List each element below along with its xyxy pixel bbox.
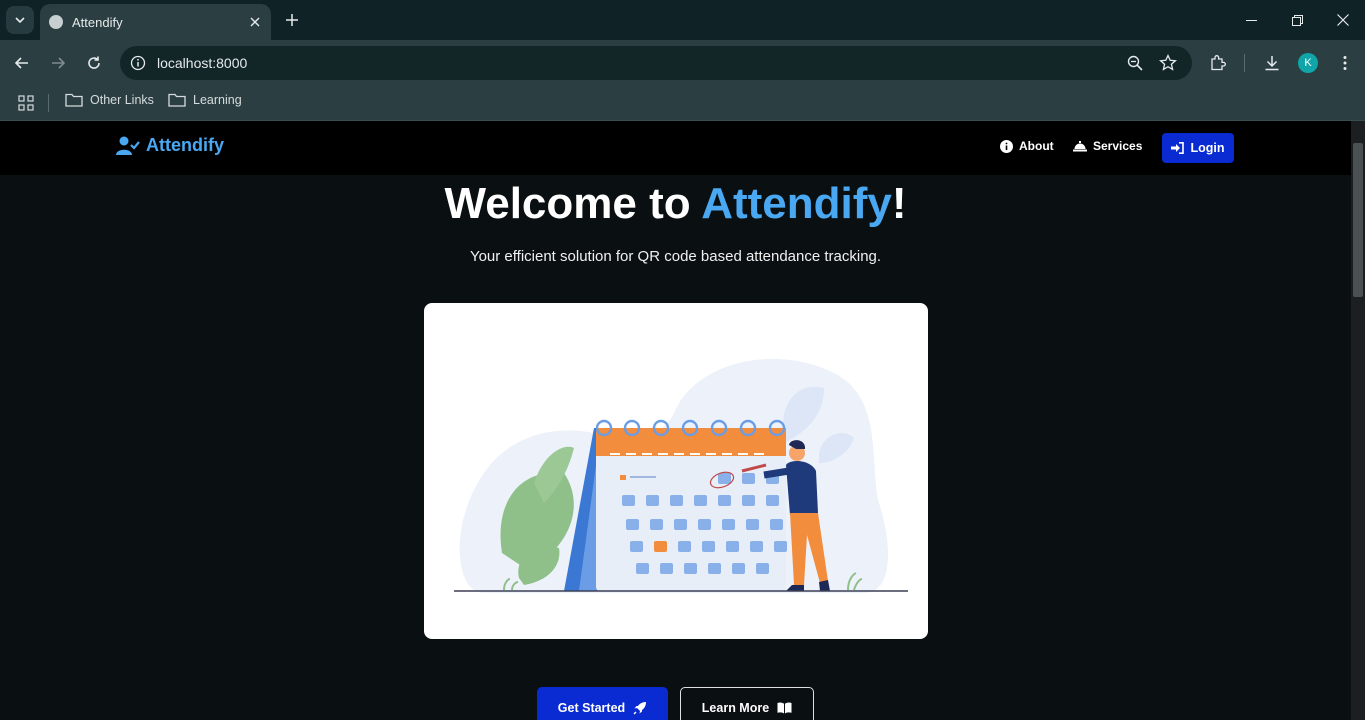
get-started-button[interactable]: Get Started bbox=[537, 687, 668, 720]
user-check-icon bbox=[116, 136, 140, 155]
folder-icon bbox=[65, 93, 83, 107]
bookmarks-divider bbox=[48, 94, 49, 112]
info-icon bbox=[1000, 139, 1013, 153]
hero-title-prefix: Welcome to bbox=[444, 179, 702, 228]
page-viewport: Attendify About Services Login Welcome t… bbox=[0, 121, 1351, 720]
star-icon[interactable] bbox=[1159, 54, 1177, 72]
site-navbar: Attendify About Services Login bbox=[0, 121, 1351, 175]
close-window-button[interactable] bbox=[1320, 0, 1365, 40]
hero-subtitle: Your efficient solution for QR code base… bbox=[469, 248, 882, 265]
arrow-right-icon bbox=[52, 57, 66, 69]
tab-search-button[interactable] bbox=[6, 6, 34, 34]
calendar-person-illustration bbox=[454, 358, 908, 593]
restore-button[interactable] bbox=[1274, 0, 1320, 40]
globe-icon bbox=[49, 15, 63, 29]
learn-more-button[interactable]: Learn More bbox=[680, 687, 814, 720]
hero-title-accent: Attendify bbox=[701, 179, 892, 228]
folder-icon bbox=[168, 93, 186, 107]
minimize-icon bbox=[1245, 19, 1257, 21]
browser-tabstrip: Attendify bbox=[0, 0, 1365, 40]
learn-more-label: Learn More bbox=[701, 701, 770, 715]
bookmark-label: Other Links bbox=[90, 93, 154, 107]
plus-icon bbox=[286, 14, 298, 26]
close-icon bbox=[1337, 14, 1349, 26]
menu-icon[interactable] bbox=[1336, 54, 1354, 72]
browser-toolbar: localhost:8000 K bbox=[0, 40, 1365, 86]
toolbar-divider bbox=[1244, 54, 1245, 72]
chevron-down-icon bbox=[15, 17, 25, 24]
bookmark-label: Learning bbox=[193, 93, 242, 107]
book-open-icon bbox=[777, 702, 792, 714]
nav-services-label: Services bbox=[1093, 139, 1143, 153]
nav-about-label: About bbox=[1019, 139, 1054, 153]
close-icon bbox=[250, 17, 260, 27]
forward-button[interactable] bbox=[45, 51, 71, 75]
close-tab-button[interactable] bbox=[245, 12, 265, 32]
new-tab-button[interactable] bbox=[281, 9, 303, 31]
download-icon[interactable] bbox=[1263, 54, 1281, 72]
minimize-button[interactable] bbox=[1228, 0, 1274, 40]
bookmark-other-links[interactable]: Other Links bbox=[65, 92, 154, 108]
url-text: localhost:8000 bbox=[157, 55, 248, 71]
browser-tab[interactable]: Attendify bbox=[40, 4, 271, 40]
extensions-icon[interactable] bbox=[1209, 54, 1227, 72]
bookmark-learning[interactable]: Learning bbox=[168, 92, 242, 108]
bell-concierge-icon bbox=[1073, 141, 1087, 152]
reload-icon bbox=[88, 56, 100, 69]
back-button[interactable] bbox=[9, 51, 35, 75]
arrow-left-icon bbox=[14, 57, 28, 69]
nav-services-link[interactable]: Services bbox=[1073, 139, 1142, 153]
tab-title: Attendify bbox=[72, 14, 123, 30]
brand-link[interactable]: Attendify bbox=[116, 135, 224, 156]
zoom-icon[interactable] bbox=[1127, 55, 1143, 71]
address-bar[interactable]: localhost:8000 bbox=[120, 46, 1192, 80]
hero-title: Welcome to Attendify! bbox=[0, 179, 1351, 229]
bookmarks-bar: Other Links Learning bbox=[0, 86, 1365, 121]
login-label: Login bbox=[1190, 141, 1225, 155]
site-info-icon[interactable] bbox=[130, 55, 146, 71]
rocket-icon bbox=[633, 702, 647, 715]
hero-title-suffix: ! bbox=[891, 179, 907, 228]
page-scrollbar[interactable] bbox=[1351, 121, 1365, 720]
apps-icon[interactable] bbox=[18, 95, 34, 111]
scrollbar-thumb[interactable] bbox=[1353, 143, 1363, 297]
login-button[interactable]: Login bbox=[1162, 133, 1234, 163]
sign-in-icon bbox=[1171, 142, 1185, 154]
reload-button[interactable] bbox=[81, 51, 107, 75]
hero-illustration-card bbox=[424, 303, 928, 639]
restore-icon bbox=[1291, 14, 1303, 26]
brand-name: Attendify bbox=[146, 135, 224, 155]
get-started-label: Get Started bbox=[557, 701, 626, 715]
profile-avatar[interactable]: K bbox=[1298, 53, 1318, 73]
nav-about-link[interactable]: About bbox=[1000, 139, 1054, 153]
